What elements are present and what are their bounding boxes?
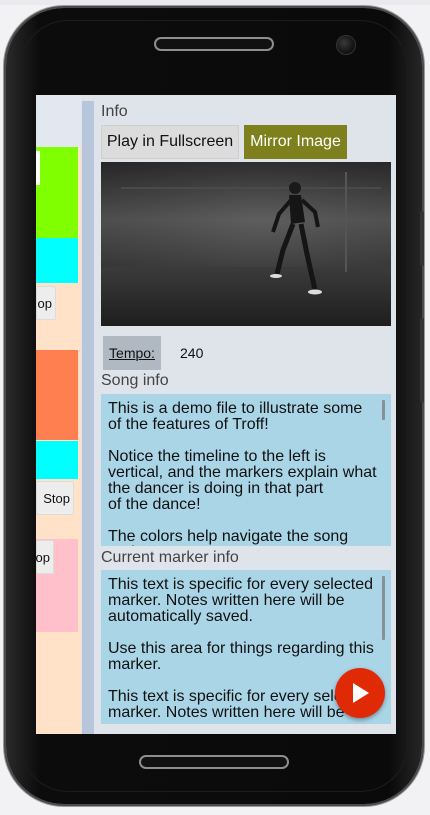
marker-orange[interactable] [36,350,78,440]
marker-info-heading: Current marker info [101,549,239,566]
dancer-figure [121,172,381,295]
side-button-upper [420,211,424,266]
tempo-value: 240 [180,345,204,361]
app-screen: op Stop op Info Play in Fullscreen Mirro… [36,95,396,734]
song-info-scrollbar[interactable] [382,400,385,420]
info-panel: Info Play in Fullscreen Mirror Image Tem… [98,95,396,734]
song-info-textarea[interactable]: This is a demo file to illustrate some o… [101,394,391,546]
mirror-image-button[interactable]: Mirror Image [244,125,347,159]
song-info-paragraph: This is a demo file to illustrate some o… [108,400,363,433]
marker-info-paragraph: Use this area for things regarding this … [108,640,374,673]
marker-info-paragraph: This text is specific for every selected… [108,576,373,625]
tempo-label: Tempo: [109,345,155,361]
info-heading: Info [101,103,128,120]
earpiece-speaker [154,37,274,51]
marker-green[interactable] [36,147,78,238]
marker-cyan[interactable] [36,238,78,283]
bottom-speaker [139,755,289,769]
stop-button[interactable]: op [36,286,56,320]
play-button[interactable] [335,668,385,718]
marker-cyan-2[interactable] [36,441,78,479]
play-fullscreen-button[interactable]: Play in Fullscreen [101,125,239,159]
front-camera-icon [336,35,356,55]
timeline-column: op Stop op [36,95,81,734]
tempo-button[interactable]: Tempo: [103,336,161,370]
top-strip [0,0,430,5]
stop-button[interactable]: op [36,540,54,574]
play-icon [353,683,369,703]
song-info-heading: Song info [101,372,169,389]
video-player[interactable] [101,162,391,326]
timeline-divider[interactable] [82,101,94,734]
timeline-top-area [36,95,81,147]
marker-info-scrollbar[interactable] [382,576,385,640]
stop-button[interactable]: Stop [36,481,74,515]
marker-green-notch [36,151,40,185]
side-button-lower [420,318,424,403]
song-info-paragraph: The colors help navigate the song and [108,528,349,547]
song-info-paragraph: Notice the timeline to the left is verti… [108,448,377,513]
